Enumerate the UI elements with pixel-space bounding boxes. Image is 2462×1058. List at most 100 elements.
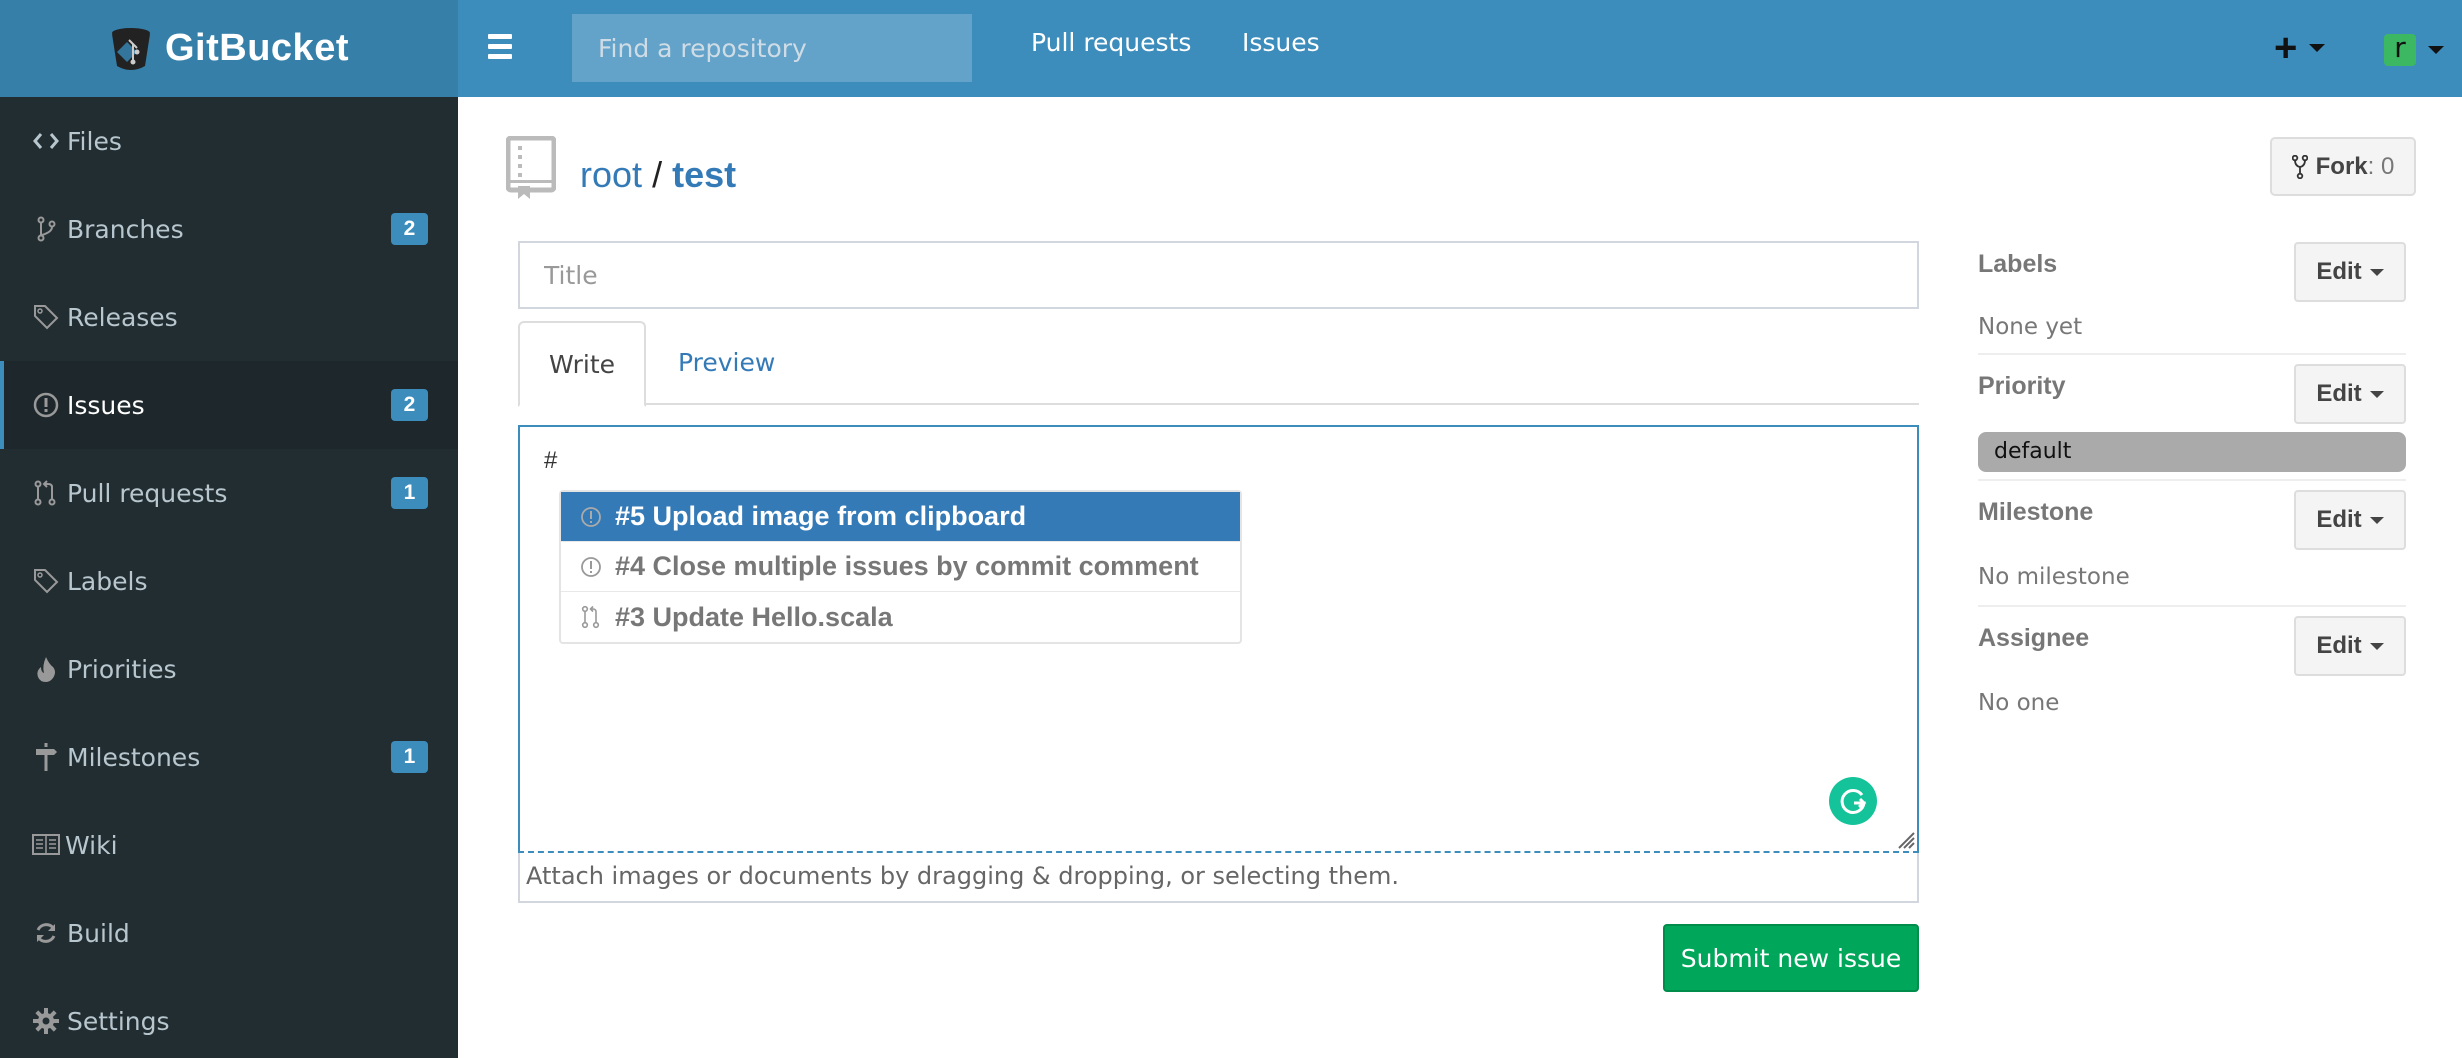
submit-new-issue-button[interactable]: Submit new issue xyxy=(1663,924,1919,992)
repository-sidebar: Files Branches 2 Releases Issues 2 Pull … xyxy=(0,97,458,1058)
attach-files-dropzone[interactable]: Attach images or documents by dragging &… xyxy=(518,853,1919,903)
tab-preview[interactable]: Preview xyxy=(649,321,804,405)
grammarly-icon xyxy=(1840,788,1867,814)
grammarly-button[interactable] xyxy=(1829,777,1877,825)
sidebar-item-pull-requests[interactable]: Pull requests 1 xyxy=(0,449,458,537)
pull-request-icon xyxy=(32,479,60,507)
flame-icon xyxy=(32,655,60,683)
edit-milestone-button[interactable]: Edit xyxy=(2294,490,2406,550)
sidebar-item-milestones[interactable]: Milestones 1 xyxy=(0,713,458,801)
sidebar-item-label: Files xyxy=(67,126,122,156)
hamburger-icon-bar xyxy=(488,44,512,49)
sidebar-item-releases[interactable]: Releases xyxy=(0,273,458,361)
plus-icon: + xyxy=(2274,26,2298,70)
sidebar-item-issues[interactable]: Issues 2 xyxy=(0,361,458,449)
autocomplete-item-text: #5 Upload image from clipboard xyxy=(615,501,1027,531)
issues-count-badge: 2 xyxy=(391,389,428,421)
autocomplete-item[interactable]: #4 Close multiple issues by commit comme… xyxy=(561,542,1240,592)
edit-assignee-button[interactable]: Edit xyxy=(2294,616,2406,676)
sidebar-item-labels[interactable]: Labels xyxy=(0,537,458,625)
labels-section: Labels Edit None yet xyxy=(1978,240,2406,350)
fork-label: Fork xyxy=(2315,152,2368,180)
caret-down-icon xyxy=(2369,390,2384,398)
branches-count-badge: 2 xyxy=(391,213,428,245)
repository-icon xyxy=(506,136,556,199)
autocomplete-item[interactable]: #3 Update Hello.scala xyxy=(561,592,1240,642)
hamburger-icon-bar xyxy=(488,34,512,39)
fork-icon xyxy=(2291,154,2308,179)
gitbucket-logo-icon xyxy=(112,27,150,70)
milestone-section: Milestone Edit No milestone xyxy=(1978,488,2406,598)
sidebar-item-label: Issues xyxy=(67,390,145,420)
breadcrumb-separator: / xyxy=(652,154,663,195)
issue-title-input[interactable] xyxy=(518,241,1919,309)
priority-badge: default xyxy=(1978,432,2406,472)
resize-handle-icon[interactable] xyxy=(1893,827,1915,849)
section-divider xyxy=(1978,353,2406,355)
sidebar-item-label: Build xyxy=(67,918,130,948)
issue-reference-autocomplete: #5 Upload image from clipboard #4 Close … xyxy=(559,490,1242,644)
editor-content: # xyxy=(544,447,558,474)
tag-icon xyxy=(32,567,60,595)
caret-down-icon xyxy=(2369,642,2384,650)
assignee-value: No one xyxy=(1978,690,2060,716)
issue-opened-icon xyxy=(579,555,603,579)
sidebar-item-label: Branches xyxy=(67,214,184,244)
repo-owner-link[interactable]: root xyxy=(580,154,642,195)
sidebar-item-label: Wiki xyxy=(65,830,118,860)
nav-issues[interactable]: Issues xyxy=(1242,28,1320,57)
sync-icon xyxy=(32,919,60,947)
autocomplete-item[interactable]: #5 Upload image from clipboard xyxy=(561,492,1240,542)
sidebar-item-branches[interactable]: Branches 2 xyxy=(0,185,458,273)
repository-search-input[interactable] xyxy=(572,14,972,82)
sidebar-item-label: Priorities xyxy=(67,654,177,684)
issue-opened-icon xyxy=(32,391,60,419)
brand-name: GitBucket xyxy=(165,27,349,69)
create-new-dropdown[interactable]: + xyxy=(2274,26,2326,70)
sidebar-item-build[interactable]: Build xyxy=(0,889,458,977)
section-divider xyxy=(1978,479,2406,481)
labels-value: None yet xyxy=(1978,314,2083,340)
assignee-section: Assignee Edit No one xyxy=(1978,614,2406,724)
fork-count: : 0 xyxy=(2367,152,2395,180)
code-icon xyxy=(32,127,60,155)
autocomplete-item-text: #4 Close multiple issues by commit comme… xyxy=(615,551,1199,581)
priority-heading: Priority xyxy=(1978,372,2066,400)
repository-breadcrumb: root / test xyxy=(580,154,736,196)
autocomplete-item-text: #3 Update Hello.scala xyxy=(615,601,893,632)
issue-body-textarea[interactable]: # #5 Upload image from clipboard #4 Clos… xyxy=(518,425,1919,853)
milestone-icon xyxy=(32,743,60,771)
fork-button[interactable]: Fork: 0 xyxy=(2270,137,2416,196)
sidebar-item-priorities[interactable]: Priorities xyxy=(0,625,458,713)
milestone-value: No milestone xyxy=(1978,564,2130,590)
sidebar-item-label: Labels xyxy=(67,566,148,596)
sidebar-item-wiki[interactable]: Wiki xyxy=(0,801,458,889)
nav-pull-requests[interactable]: Pull requests xyxy=(1031,28,1191,57)
user-menu-dropdown[interactable]: r xyxy=(2384,34,2444,66)
pull-request-icon xyxy=(579,605,603,629)
sidebar-item-label: Releases xyxy=(67,302,178,332)
assignee-heading: Assignee xyxy=(1978,624,2090,652)
sidebar-toggle-button[interactable] xyxy=(484,34,516,62)
sidebar-item-settings[interactable]: Settings xyxy=(0,977,458,1058)
edit-label: Edit xyxy=(2316,632,2362,659)
section-divider xyxy=(1978,605,2406,607)
edit-label: Edit xyxy=(2316,380,2362,407)
caret-down-icon xyxy=(2309,44,2326,52)
milestones-count-badge: 1 xyxy=(391,741,428,773)
caret-down-icon xyxy=(2369,516,2384,524)
tab-write[interactable]: Write xyxy=(518,321,647,407)
edit-labels-button[interactable]: Edit xyxy=(2294,242,2406,302)
repo-name-link[interactable]: test xyxy=(672,154,736,195)
brand-logo-link[interactable]: GitBucket xyxy=(0,0,458,97)
edit-priority-button[interactable]: Edit xyxy=(2294,364,2406,424)
labels-heading: Labels xyxy=(1978,250,2058,278)
edit-label: Edit xyxy=(2316,506,2362,533)
sidebar-item-label: Settings xyxy=(67,1006,170,1036)
priority-section: Priority Edit default xyxy=(1978,362,2406,472)
gear-icon xyxy=(32,1007,60,1035)
caret-down-icon xyxy=(2428,46,2444,54)
sidebar-item-files[interactable]: Files xyxy=(0,97,458,185)
sidebar-item-label: Pull requests xyxy=(67,478,228,508)
top-navbar: GitBucket Pull requests Issues + r xyxy=(0,0,2462,97)
